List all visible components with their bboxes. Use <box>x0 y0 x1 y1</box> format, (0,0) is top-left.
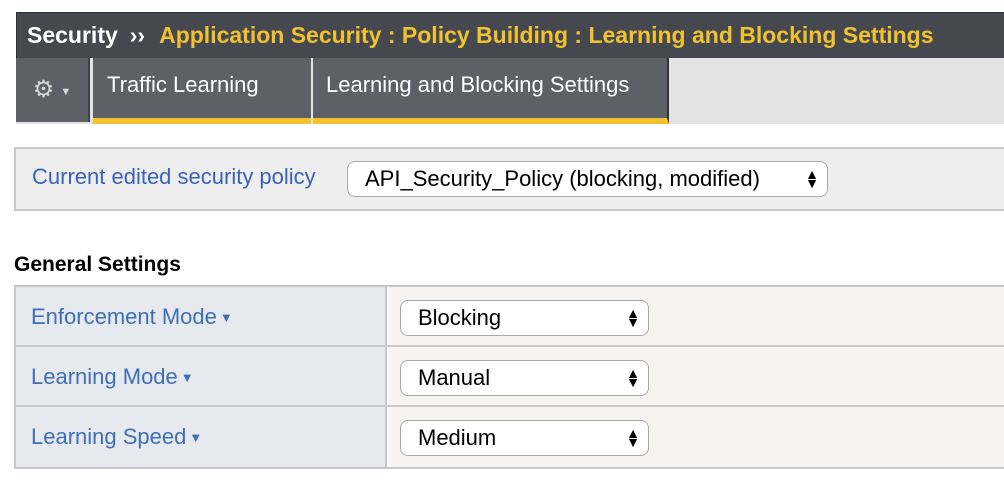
setting-row-enforcement-mode: Enforcement Mode ▼ Blocking ▲ ▼ <box>16 287 1004 347</box>
select-arrows-icon: ▲ ▼ <box>626 425 640 450</box>
tab-bar: ⚙ ▼ Traffic Learning Learning and Blocki… <box>16 58 1004 124</box>
select-value: Medium <box>418 425 497 450</box>
learning-mode-select[interactable]: Manual ▲ ▼ <box>400 360 649 396</box>
select-arrows-icon: ▲ ▼ <box>805 166 819 191</box>
breadcrumb: Security ›› Application Security : Polic… <box>16 12 1004 58</box>
select-arrows-icon: ▲ ▼ <box>626 305 640 330</box>
setting-label: Learning Mode <box>31 364 178 389</box>
select-value: Manual <box>418 365 491 390</box>
caret-down-icon: ▼ <box>180 370 194 385</box>
tab-label: Learning and Blocking Settings <box>326 72 630 97</box>
chevron-down-icon: ▼ <box>60 86 72 98</box>
tab-label: Traffic Learning <box>107 72 259 97</box>
setting-label: Enforcement Mode <box>31 304 217 329</box>
tab-learning-and-blocking-settings[interactable]: Learning and Blocking Settings <box>313 58 669 124</box>
gear-icon: ⚙ <box>32 76 55 103</box>
select-value: Blocking <box>418 305 502 330</box>
policy-select[interactable]: API_Security_Policy (blocking, modified)… <box>347 161 828 197</box>
caret-down-icon: ▼ <box>189 430 203 445</box>
setting-value-cell: Blocking ▲ ▼ <box>389 287 1004 345</box>
breadcrumb-separator: ›› <box>129 22 146 48</box>
select-arrows-icon: ▲ ▼ <box>626 365 640 390</box>
section-title: General Settings <box>14 253 181 276</box>
enforcement-mode-label[interactable]: Enforcement Mode ▼ <box>16 287 387 345</box>
policy-label[interactable]: Current edited security policy <box>32 164 316 190</box>
policy-selector-bar: Current edited security policy API_Secur… <box>14 147 1004 211</box>
enforcement-mode-select[interactable]: Blocking ▲ ▼ <box>400 300 649 336</box>
setting-label: Learning Speed <box>31 424 187 449</box>
setting-row-learning-speed: Learning Speed ▼ Medium ▲ ▼ <box>16 407 1004 467</box>
policy-select-value: API_Security_Policy (blocking, modified) <box>365 166 760 191</box>
learning-mode-label[interactable]: Learning Mode ▼ <box>16 347 387 405</box>
tab-traffic-learning[interactable]: Traffic Learning <box>93 58 311 124</box>
setting-value-cell: Manual ▲ ▼ <box>389 347 1004 405</box>
setting-value-cell: Medium ▲ ▼ <box>389 407 1004 467</box>
setting-row-learning-mode: Learning Mode ▼ Manual ▲ ▼ <box>16 347 1004 407</box>
learning-speed-select[interactable]: Medium ▲ ▼ <box>400 420 649 456</box>
page-title: Application Security : Policy Building :… <box>159 22 934 48</box>
caret-down-icon: ▼ <box>219 310 233 325</box>
learning-speed-label[interactable]: Learning Speed ▼ <box>16 407 387 467</box>
general-settings-table: Enforcement Mode ▼ Blocking ▲ ▼ Learning M… <box>14 285 1004 469</box>
gear-menu-button[interactable]: ⚙ ▼ <box>16 58 90 122</box>
breadcrumb-root[interactable]: Security <box>27 22 118 49</box>
